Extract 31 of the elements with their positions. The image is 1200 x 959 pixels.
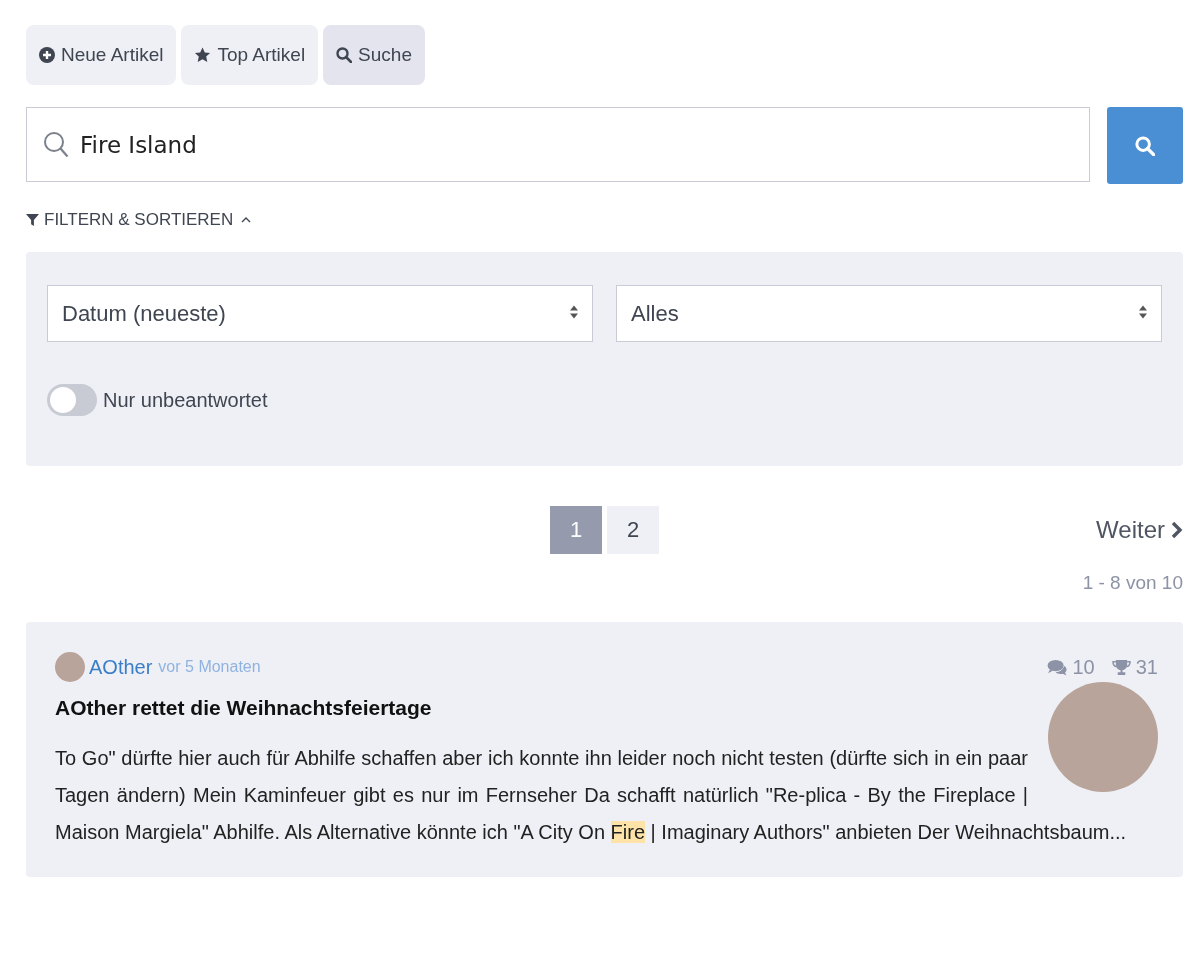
next-link[interactable]: Weiter — [1096, 516, 1183, 544]
trophy-icon — [1111, 658, 1131, 676]
search-icon — [336, 47, 353, 63]
plus-circle-icon — [39, 47, 55, 63]
tab[interactable]: Suche — [323, 25, 425, 85]
sort-arrows-icon — [570, 305, 578, 319]
trophy-count: 31 — [1135, 655, 1158, 679]
tab[interactable]: Neue Artikel — [26, 25, 177, 85]
sort-arrows-icon — [1139, 305, 1147, 319]
caret-icon — [241, 217, 252, 223]
chevron-right-icon — [1171, 521, 1183, 539]
toggle-switch[interactable] — [47, 384, 97, 416]
dropdown[interactable]: Datum (neueste) — [47, 285, 593, 342]
dropdown[interactable]: Alles — [616, 285, 1162, 342]
comment-count: 10 — [1072, 655, 1095, 679]
post-title: AOther rettet die Weihnachtsfeiertage — [55, 695, 433, 720]
star-icon — [194, 47, 212, 63]
toggle-label: Nur unbeantwortet — [103, 388, 268, 412]
post-excerpt: To Go" dürfte hier auch für Abhilfe schaffen aber ich konnte ihn leider noch nicht testen (dürfte sich in ein paar Tagen ändern) Mein Kaminfeuer gibt es nur im Fernseher Da schafft natürlich "Re-plica - By the Fireplace | Maison Margiela" Abhilfe. Als Alternative könnte ich "A City On Fire | Imaginary Authors" anbieten Der Weihnachtsbaum... — [55, 746, 1128, 845]
result-range: 1 - 8 von 10 — [1081, 572, 1183, 594]
avatar — [55, 652, 85, 682]
search-icon — [1135, 135, 1155, 156]
post-time: vor 5 Monaten — [158, 658, 261, 676]
search-button[interactable] — [1107, 107, 1183, 184]
author-link[interactable]: AOther — [89, 655, 153, 679]
tab[interactable]: Top Artikel — [181, 25, 319, 85]
comments-icon — [1046, 658, 1068, 676]
filter-toggle[interactable]: FILTERN & SORTIEREN — [26, 210, 252, 230]
search-field[interactable]: Fire Island — [26, 107, 1090, 182]
filter-icon — [26, 213, 39, 227]
page-button[interactable]: 2 — [607, 506, 659, 554]
